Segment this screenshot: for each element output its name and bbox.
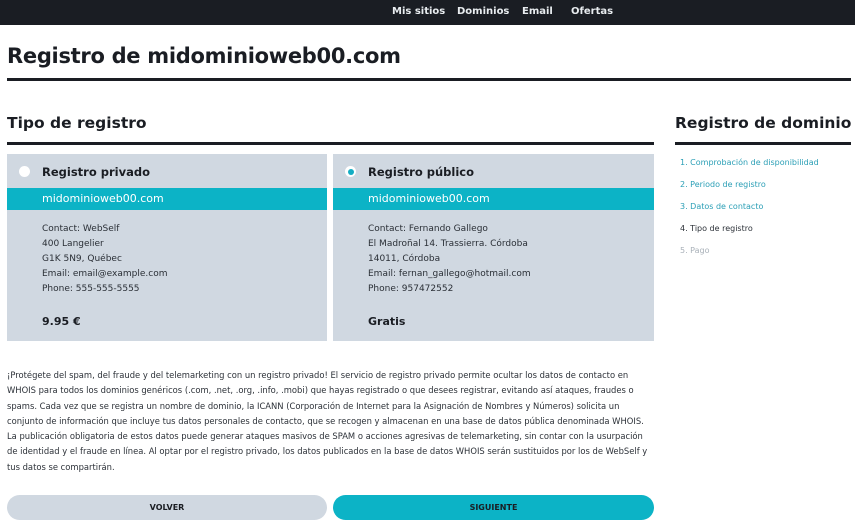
sidebar-divider [675, 142, 851, 145]
address-line: El Madroñal 14. Trassierra. Córdoba [368, 239, 528, 249]
option-title: Registro privado [42, 165, 150, 179]
radio-public[interactable] [345, 166, 356, 177]
option-title: Registro público [368, 165, 474, 179]
step-availability-link[interactable]: 1. Comprobación de disponibilidad [680, 158, 819, 167]
nav-link-email[interactable]: Email [522, 0, 553, 25]
domain-name: midominioweb00.com [368, 192, 490, 205]
sidebar-title: Registro de dominio [675, 114, 852, 132]
phone-line: Phone: 555-555-5555 [42, 284, 140, 294]
postal-line: G1K 5N9, Québec [42, 254, 122, 264]
page-title: Registro de midominioweb00.com [7, 44, 401, 68]
step-contact-link[interactable]: 3. Datos de contacto [680, 202, 763, 211]
step-current: 4. Tipo de registro [680, 224, 753, 233]
contact-line: Contact: WebSelf [42, 224, 120, 234]
option-card-private[interactable]: Registro privado midominioweb00.com Cont… [7, 154, 327, 341]
title-divider [7, 78, 851, 81]
contact-line: Contact: Fernando Gallego [368, 224, 488, 234]
price: Gratis [368, 315, 406, 328]
top-navigation-bar: Mis sitios Dominios Email Ofertas [0, 0, 855, 25]
back-button[interactable]: VOLVER [7, 495, 327, 520]
address-line: 400 Langelier [42, 239, 104, 249]
step-payment: 5. Pago [680, 246, 710, 255]
email-line: Email: email@example.com [42, 269, 168, 279]
nav-link-mis-sitios[interactable]: Mis sitios [392, 0, 445, 25]
domain-band: midominioweb00.com [333, 188, 654, 210]
next-button[interactable]: SIGUIENTE [333, 495, 654, 520]
nav-link-ofertas[interactable]: Ofertas [571, 0, 613, 25]
price: 9.95 € [42, 315, 81, 328]
option-card-public[interactable]: Registro público midominioweb00.com Cont… [333, 154, 654, 341]
email-line: Email: fernan_gallego@hotmail.com [368, 269, 531, 279]
section-title: Tipo de registro [7, 114, 147, 132]
postal-line: 14011, Córdoba [368, 254, 441, 264]
section-divider [7, 142, 654, 145]
radio-private[interactable] [19, 166, 30, 177]
privacy-description: ¡Protégete del spam, del fraude y del te… [7, 370, 648, 472]
domain-name: midominioweb00.com [42, 192, 164, 205]
phone-line: Phone: 957472552 [368, 284, 454, 294]
domain-band: midominioweb00.com [7, 188, 327, 210]
step-period-link[interactable]: 2. Periodo de registro [680, 180, 766, 189]
nav-link-dominios[interactable]: Dominios [457, 0, 509, 25]
